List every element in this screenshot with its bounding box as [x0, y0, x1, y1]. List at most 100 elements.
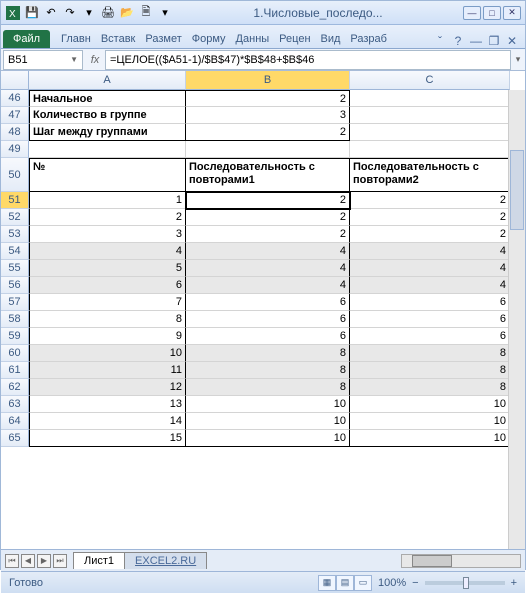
zoom-thumb[interactable] — [463, 577, 469, 589]
row-header[interactable]: 52 — [1, 209, 29, 226]
table-header[interactable]: Последовательность с повторами1 — [186, 158, 350, 192]
seq-value-1[interactable]: 8 — [186, 362, 350, 379]
seq-value-2[interactable]: 6 — [350, 328, 510, 345]
table-header[interactable]: Последовательность с повторами2 — [350, 158, 510, 192]
undo-icon[interactable]: ↶ — [43, 5, 59, 21]
help-icon[interactable]: ? — [451, 34, 465, 48]
param-label[interactable]: Количество в группе — [29, 107, 186, 124]
ribbon-tab[interactable]: Главн — [56, 30, 96, 48]
seq-value-2[interactable]: 10 — [350, 396, 510, 413]
seq-value-1[interactable]: 2 — [186, 226, 350, 243]
param-label[interactable]: Начальное — [29, 90, 186, 107]
seq-value-1[interactable]: 10 — [186, 396, 350, 413]
row-header[interactable]: 47 — [1, 107, 29, 124]
seq-number[interactable]: 2 — [29, 209, 186, 226]
seq-value-1[interactable]: 8 — [186, 345, 350, 362]
seq-value-2[interactable]: 4 — [350, 260, 510, 277]
maximize-button[interactable]: □ — [483, 6, 501, 20]
seq-number[interactable]: 9 — [29, 328, 186, 345]
print-preview-icon[interactable]: 🖨 — [100, 5, 116, 21]
seq-value-1[interactable]: 10 — [186, 413, 350, 430]
seq-value-2[interactable]: 4 — [350, 277, 510, 294]
row-header[interactable]: 48 — [1, 124, 29, 141]
seq-value-1[interactable]: 4 — [186, 260, 350, 277]
row-header[interactable]: 46 — [1, 90, 29, 107]
seq-value-2[interactable]: 6 — [350, 311, 510, 328]
seq-value-1[interactable]: 4 — [186, 243, 350, 260]
seq-number[interactable]: 13 — [29, 396, 186, 413]
cell[interactable] — [186, 141, 350, 158]
ribbon-tab[interactable]: Вставк — [96, 30, 141, 48]
row-header[interactable]: 59 — [1, 328, 29, 345]
row-header[interactable]: 57 — [1, 294, 29, 311]
qat-dropdown-icon[interactable]: ▾ — [157, 5, 173, 21]
open-icon[interactable]: 📂 — [119, 5, 135, 21]
row-header[interactable]: 58 — [1, 311, 29, 328]
name-box-dropdown-icon[interactable]: ▼ — [70, 55, 78, 64]
zoom-slider[interactable] — [425, 581, 505, 585]
seq-value-2[interactable]: 4 — [350, 243, 510, 260]
seq-value-2[interactable]: 10 — [350, 413, 510, 430]
seq-value-1[interactable]: 6 — [186, 311, 350, 328]
select-all-corner[interactable] — [1, 71, 29, 90]
formula-expand-icon[interactable]: ▾ — [511, 54, 525, 65]
seq-number[interactable]: 6 — [29, 277, 186, 294]
seq-value-2[interactable]: 8 — [350, 345, 510, 362]
row-header[interactable]: 62 — [1, 379, 29, 396]
seq-value-2[interactable]: 2 — [350, 226, 510, 243]
param-value[interactable]: 2 — [186, 90, 350, 107]
seq-value-2[interactable]: 10 — [350, 430, 510, 447]
doc-restore-icon[interactable]: ❐ — [487, 34, 501, 48]
zoom-level[interactable]: 100% — [378, 577, 406, 589]
empty-cell[interactable] — [350, 90, 510, 107]
row-header[interactable]: 61 — [1, 362, 29, 379]
ribbon-minimize-icon[interactable]: ˇ — [433, 34, 447, 48]
seq-value-2[interactable]: 2 — [350, 209, 510, 226]
row-header[interactable]: 56 — [1, 277, 29, 294]
view-normal-icon[interactable]: ▦ — [318, 575, 336, 591]
col-header-c[interactable]: C — [350, 71, 510, 90]
ribbon-tab[interactable]: Разраб — [345, 30, 392, 48]
seq-value-2[interactable]: 2 — [350, 192, 510, 209]
seq-value-2[interactable]: 6 — [350, 294, 510, 311]
row-header[interactable]: 63 — [1, 396, 29, 413]
ribbon-tab[interactable]: Размет — [140, 30, 186, 48]
seq-number[interactable]: 15 — [29, 430, 186, 447]
ribbon-tab[interactable]: Рецен — [274, 30, 315, 48]
seq-value-1[interactable]: 6 — [186, 294, 350, 311]
doc-close-icon[interactable]: ✕ — [505, 34, 519, 48]
ribbon-tab[interactable]: Вид — [316, 30, 346, 48]
ribbon-tab[interactable]: Форму — [187, 30, 231, 48]
col-header-b[interactable]: B — [186, 71, 350, 90]
row-header[interactable]: 54 — [1, 243, 29, 260]
sheet-tab[interactable]: EXCEL2.RU — [124, 552, 207, 569]
tab-nav-prev[interactable]: ◀ — [21, 554, 35, 568]
doc-min-icon[interactable]: — — [469, 34, 483, 48]
seq-value-2[interactable]: 8 — [350, 362, 510, 379]
seq-number[interactable]: 3 — [29, 226, 186, 243]
empty-cell[interactable] — [350, 124, 510, 141]
seq-number[interactable]: 11 — [29, 362, 186, 379]
quick-print-icon[interactable]: 🗎 — [138, 5, 154, 21]
col-header-a[interactable]: A — [29, 71, 186, 90]
view-pagebreak-icon[interactable]: ▭ — [354, 575, 372, 591]
seq-value-1[interactable]: 2 — [186, 209, 350, 226]
seq-value-1[interactable]: 6 — [186, 328, 350, 345]
seq-number[interactable]: 1 — [29, 192, 186, 209]
horizontal-scrollbar[interactable] — [401, 554, 521, 568]
vertical-scrollbar[interactable] — [508, 90, 525, 549]
row-header[interactable]: 65 — [1, 430, 29, 447]
seq-number[interactable]: 8 — [29, 311, 186, 328]
tab-nav-next[interactable]: ▶ — [37, 554, 51, 568]
scrollbar-thumb[interactable] — [510, 150, 524, 230]
row-header[interactable]: 64 — [1, 413, 29, 430]
save-icon[interactable]: 💾 — [24, 5, 40, 21]
row-header[interactable]: 55 — [1, 260, 29, 277]
name-box[interactable]: B51▼ — [3, 50, 83, 70]
minimize-button[interactable]: — — [463, 6, 481, 20]
seq-value-1[interactable]: 10 — [186, 430, 350, 447]
tab-nav-first[interactable]: ⏮ — [5, 554, 19, 568]
seq-number[interactable]: 5 — [29, 260, 186, 277]
cell[interactable] — [350, 141, 510, 158]
seq-value-1[interactable]: 4 — [186, 277, 350, 294]
